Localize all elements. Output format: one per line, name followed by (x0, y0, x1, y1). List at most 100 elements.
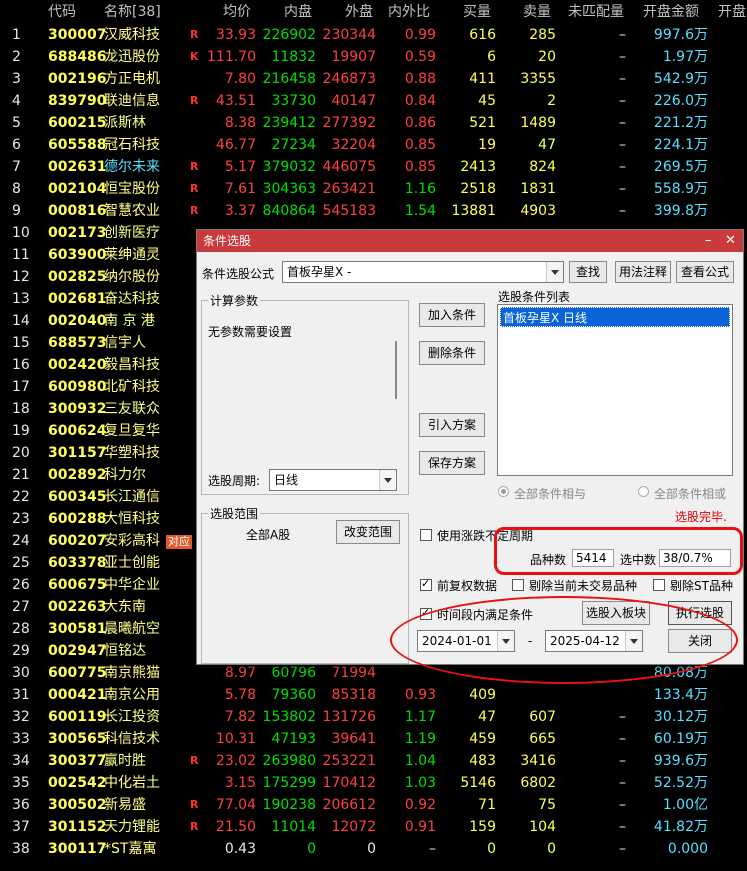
table-row[interactable]: 3 002196 方正电机 7.80 216458 246873 0.88 411 3355 – 5… (0, 68, 747, 90)
params-scrollbar[interactable] (395, 341, 397, 399)
table-row[interactable]: 33 300565 科信技术 10.31 47193 39641 1.19 459 665 – 60… (0, 728, 747, 750)
cell-code: 600980 (48, 379, 107, 395)
condition-list[interactable]: 首板孕星X 日线 (497, 304, 733, 476)
change-scope-button[interactable]: 改变范围 (336, 520, 400, 544)
table-row[interactable]: 9 000816 智慧农业 R 3.37 840864 545183 1.54 13881 490… (0, 200, 747, 222)
cell-name: 天力锂能 (104, 819, 160, 835)
side-tag: 对应 (166, 535, 192, 549)
cell-name: 亚士创能 (104, 555, 160, 571)
params-title: 计算参数 (208, 292, 261, 309)
table-row[interactable]: 8 002104 恒宝股份 R 7.61 304363 263421 1.16 2518 1831… (0, 178, 747, 200)
cell-no: 17 (12, 379, 30, 395)
cell-outer: 446075 (322, 159, 376, 175)
cell-outer: 0 (367, 841, 376, 857)
save-plan-button[interactable]: 保存方案 (419, 451, 485, 475)
col-buy[interactable]: 买量 (463, 0, 491, 24)
table-row[interactable]: 6 605588 冠石科技 46.77 27234 32204 0.85 19 47 – 224.1… (0, 134, 747, 156)
cell-inner: 79360 (271, 687, 316, 703)
table-row[interactable]: 37 301152 天力锂能 R 21.50 11014 12072 0.91 159 104 – 4… (0, 816, 747, 838)
cell-amount: 1.97万 (662, 49, 708, 65)
chevron-down-icon[interactable] (546, 262, 563, 282)
cell-code: 000816 (48, 203, 107, 219)
col-sell[interactable]: 卖量 (523, 0, 551, 24)
table-row[interactable]: 36 300502 新易盛 R 77.04 190238 206612 0.92 71 75 – 1.… (0, 794, 747, 816)
cell-avg: 5.78 (224, 687, 256, 703)
table-row[interactable]: 4 839790 联迪信息 R 43.51 33730 40147 0.84 45 2 – 226.0… (0, 90, 747, 112)
find-button[interactable]: 查找 (569, 261, 607, 283)
cell-code: 603900 (48, 247, 107, 263)
table-row[interactable]: 31 000421 南京公用 5.78 79360 85318 0.93 409 133.4万 (0, 684, 747, 706)
radio-and[interactable] (498, 486, 509, 497)
cell-code: 002892 (48, 467, 107, 483)
condition-list-title: 选股条件列表 (498, 290, 571, 304)
cell-buy: 411 (469, 71, 496, 87)
col-unmatched[interactable]: 未匹配量 (568, 0, 624, 24)
cell-sell: 0 (547, 841, 556, 857)
cell-code: 002825 (48, 269, 107, 285)
chevron-down-icon[interactable] (379, 470, 396, 490)
col-ratio[interactable]: 内外比 (388, 0, 430, 24)
view-formula-button[interactable]: 查看公式 (676, 261, 734, 283)
cell-ratio: 0.92 (404, 797, 436, 813)
cell-no: 16 (12, 357, 30, 373)
minimize-icon[interactable]: – (705, 230, 712, 252)
cell-buy: 45 (478, 93, 496, 109)
cell-name: 冠石科技 (104, 137, 160, 153)
cell-name: 大恒科技 (104, 511, 160, 527)
table-row[interactable]: 7 002631 德尔未来 R 5.17 379032 446075 0.85 2413 824 –… (0, 156, 747, 178)
col-inner[interactable]: 内盘 (284, 0, 312, 24)
period-combo[interactable]: 日线 (269, 469, 397, 491)
col-open-more[interactable]: 开盘 (718, 0, 746, 24)
delete-condition-button[interactable]: 删除条件 (419, 341, 485, 365)
condition-screening-dialog: 条件选股 – ✕ 条件选股公式 首板孕星X - 查找 用法注释 查看公式 计算参… (196, 229, 744, 665)
side-tag-label: 对应 (168, 535, 190, 548)
cell-code: 300565 (48, 731, 107, 747)
exclude-st-checkbox[interactable] (653, 579, 665, 591)
cell-code: 600288 (48, 511, 107, 527)
cell-code: 839790 (48, 93, 107, 109)
exclude-untraded-checkbox[interactable] (512, 579, 524, 591)
dialog-titlebar[interactable]: 条件选股 – ✕ (197, 230, 743, 252)
table-row[interactable]: 2 688486 龙迅股份 K 111.70 11832 19907 0.59 6 20 – 1.97… (0, 46, 747, 68)
cell-inner: 379032 (262, 159, 316, 175)
radio-or[interactable] (638, 486, 649, 497)
table-row[interactable]: 1 300007 汉威科技 R 33.93 226902 230344 0.99 616 285 –… (0, 24, 747, 46)
cell-amount: 52.52万 (653, 775, 708, 791)
col-outer[interactable]: 外盘 (345, 0, 373, 24)
table-row[interactable]: 35 002542 中化岩土 3.15 175299 170412 1.03 5146 6802… (0, 772, 747, 794)
cell-mark: R (190, 798, 199, 811)
forward-adjust-checkbox[interactable] (420, 577, 432, 591)
col-code[interactable]: 代码 (48, 0, 76, 24)
cell-ratio: 0.84 (404, 93, 436, 109)
cell-avg: 8.38 (224, 115, 256, 131)
cell-no: 22 (12, 489, 30, 505)
table-row[interactable]: 5 600215 派斯林 8.38 239412 277392 0.86 521 1489 – 22… (0, 112, 747, 134)
use-period-checkbox[interactable] (420, 529, 432, 541)
condition-list-item[interactable]: 首板孕星X 日线 (500, 307, 730, 327)
cell-unm: – (619, 137, 626, 153)
cell-inner: 175299 (262, 775, 316, 791)
close-icon[interactable]: ✕ (725, 230, 736, 252)
add-condition-button[interactable]: 加入条件 (419, 303, 485, 327)
cell-avg: 3.15 (224, 775, 256, 791)
table-row[interactable]: 38 300117 *ST嘉寓 0.43 0 0 – 0 0 – 0.000 (0, 838, 747, 860)
import-plan-button[interactable]: 引入方案 (419, 413, 485, 437)
cell-name: 汉威科技 (104, 27, 160, 43)
col-name[interactable]: 名称[38] (104, 0, 161, 24)
usage-notes-button[interactable]: 用法注释 (615, 261, 671, 283)
cell-inner: 60796 (271, 665, 316, 681)
cell-outer: 545183 (322, 203, 376, 219)
table-row[interactable]: 34 300377 赢时胜 R 23.02 263980 253221 1.04 483 3416… (0, 750, 747, 772)
cell-code: 002420 (48, 357, 107, 373)
done-status: 选股完毕. (675, 510, 727, 524)
cell-name: 科信技术 (104, 731, 160, 747)
col-avg-price[interactable]: 均价 (223, 0, 251, 24)
formula-combo[interactable]: 首板孕星X - (282, 261, 564, 283)
col-open-amount[interactable]: 开盘金额 (643, 0, 699, 24)
cell-no: 11 (12, 247, 30, 263)
cell-amount: 399.8万 (653, 203, 708, 219)
cell-name: 恒宝股份 (104, 181, 160, 197)
table-row[interactable]: 32 600119 长江投资 7.82 153802 131726 1.17 47 607 – 30… (0, 706, 747, 728)
cell-name: 南京熊猫 (104, 665, 160, 681)
cell-name: 南 京 港 (104, 313, 155, 329)
